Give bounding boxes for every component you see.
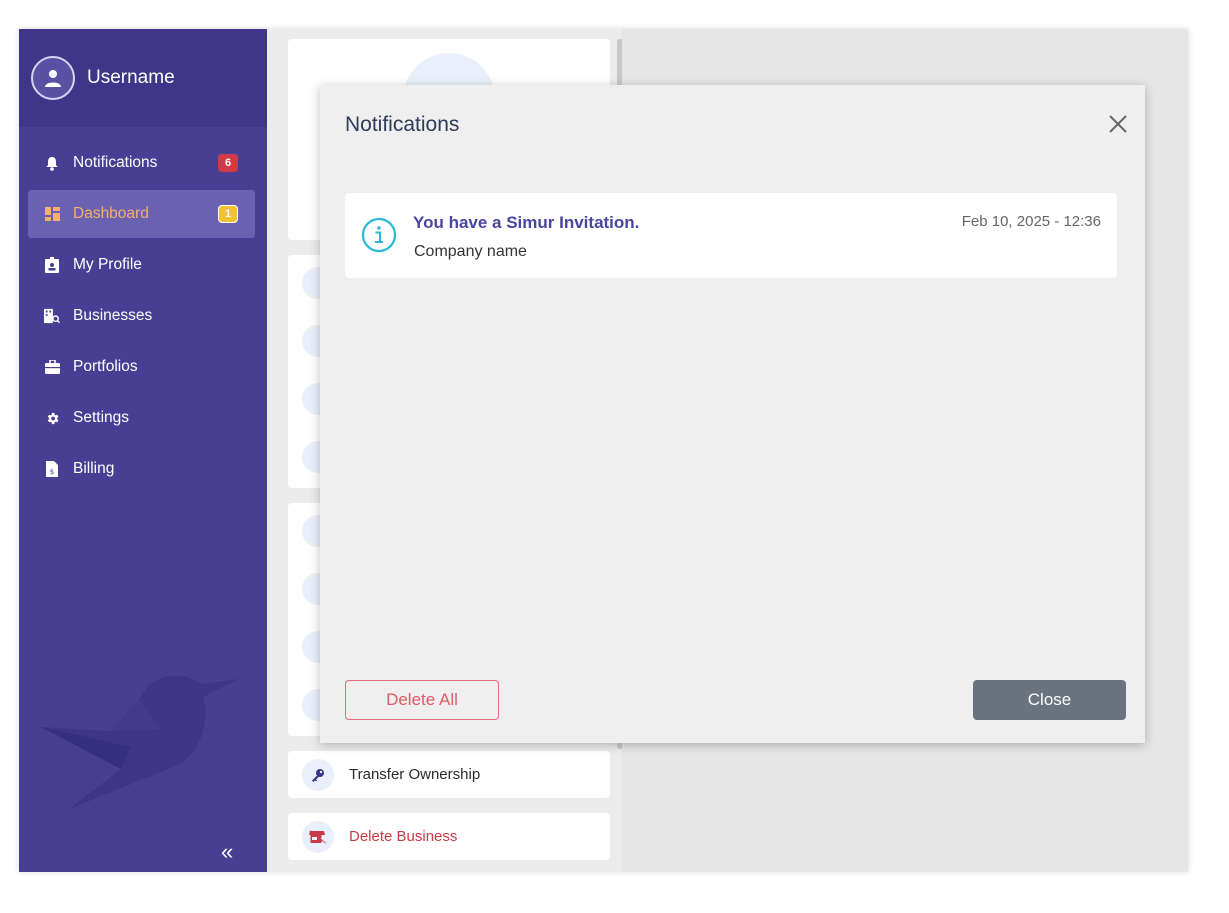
- username: Username: [87, 67, 175, 88]
- close-button[interactable]: Close: [973, 680, 1126, 720]
- delete-business-label: Delete Business: [349, 828, 458, 845]
- info-icon: [361, 217, 397, 258]
- avatar[interactable]: [31, 56, 75, 100]
- dashboard-icon: [44, 206, 60, 222]
- sidebar-item-label: Notifications: [73, 154, 158, 171]
- close-icon[interactable]: [1107, 113, 1129, 135]
- sidebar-item-settings[interactable]: Settings: [28, 394, 255, 442]
- notification-item[interactable]: You have a Simur Invitation. Company nam…: [345, 193, 1117, 278]
- app-window: Username Notifications 6 Dashboard 1 My …: [19, 29, 1188, 872]
- sidebar-item-label: Settings: [73, 409, 130, 426]
- sidebar-item-portfolios[interactable]: Portfolios: [28, 343, 255, 391]
- store-delete-icon: [302, 820, 334, 853]
- sidebar-item-billing[interactable]: $ Billing: [28, 445, 255, 493]
- sidebar-header: Username: [19, 29, 267, 127]
- notifications-modal: Notifications You have a Simur Invitatio…: [320, 85, 1145, 743]
- transfer-ownership-button[interactable]: Transfer Ownership: [288, 751, 610, 798]
- key-icon: [302, 758, 334, 791]
- invoice-icon: $: [44, 461, 60, 477]
- building-search-icon: [44, 308, 60, 324]
- sidebar-item-notifications[interactable]: Notifications 6: [28, 139, 255, 187]
- sidebar-nav: Notifications 6 Dashboard 1 My Profile B…: [28, 139, 255, 496]
- notification-date: Feb 10, 2025 - 12:36: [961, 213, 1101, 230]
- sidebar-item-my-profile[interactable]: My Profile: [28, 241, 255, 289]
- modal-title: Notifications: [345, 113, 460, 136]
- notification-title: You have a Simur Invitation.: [413, 213, 640, 232]
- delete-business-button[interactable]: Delete Business: [288, 813, 610, 860]
- sidebar-item-dashboard[interactable]: Dashboard 1: [28, 190, 255, 238]
- sidebar-item-label: Portfolios: [73, 358, 138, 375]
- briefcase-icon: [44, 359, 60, 375]
- double-chevron-left-icon[interactable]: «: [221, 839, 233, 865]
- sidebar-item-label: Dashboard: [73, 205, 149, 222]
- delete-all-button[interactable]: Delete All: [345, 680, 499, 720]
- dashboard-count-badge: 1: [218, 205, 238, 223]
- bell-icon: [44, 155, 60, 171]
- notification-count-badge: 6: [218, 154, 238, 172]
- sidebar-item-businesses[interactable]: Businesses: [28, 292, 255, 340]
- sidebar-item-label: Businesses: [73, 307, 153, 324]
- notification-subtitle: Company name: [414, 243, 527, 260]
- sidebar: Username Notifications 6 Dashboard 1 My …: [19, 29, 267, 872]
- sidebar-item-label: Billing: [73, 460, 115, 477]
- bird-logo: [41, 675, 239, 809]
- id-badge-icon: [44, 257, 60, 273]
- gear-icon: [44, 410, 60, 426]
- svg-text:$: $: [50, 468, 54, 476]
- user-icon: [45, 70, 61, 87]
- transfer-ownership-label: Transfer Ownership: [349, 766, 481, 783]
- sidebar-item-label: My Profile: [73, 256, 142, 273]
